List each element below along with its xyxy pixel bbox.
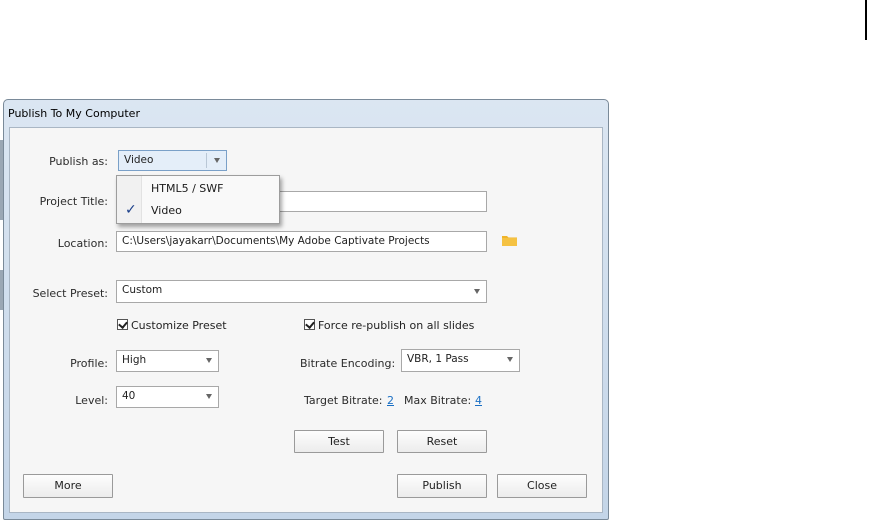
profile-label: Profile: (70, 357, 108, 370)
title-bar[interactable]: Publish To My Computer (4, 100, 608, 126)
checkbox-checked-icon (304, 319, 315, 330)
publish-as-dropdown-list: HTML5 / SWF ✓ Video (116, 175, 280, 224)
test-button[interactable]: Test (294, 430, 384, 453)
chevron-down-icon (206, 358, 212, 363)
preset-value: Custom (122, 284, 163, 296)
force-republish-checkbox[interactable]: Force re-publish on all slides (304, 319, 474, 332)
chevron-down-icon (206, 394, 212, 399)
profile-select[interactable]: High (116, 350, 219, 372)
profile-value: High (122, 354, 147, 366)
reset-button[interactable]: Reset (397, 430, 487, 453)
chevron-down-icon (474, 289, 480, 294)
project-title-label: Project Title: (39, 195, 108, 208)
location-input[interactable]: C:\Users\jayakarr\Documents\My Adobe Cap… (116, 231, 487, 252)
level-label: Level: (75, 394, 108, 407)
more-button[interactable]: More (23, 474, 113, 498)
option-label: HTML5 / SWF (151, 182, 224, 195)
customize-preset-checkbox[interactable]: Customize Preset (117, 319, 227, 332)
checkbox-checked-icon (117, 319, 128, 330)
folder-icon[interactable] (502, 234, 517, 246)
option-html5-swf[interactable]: HTML5 / SWF (119, 179, 277, 199)
publish-button[interactable]: Publish (397, 474, 487, 498)
combo-divider (206, 153, 207, 168)
bitrate-encoding-value: VBR, 1 Pass (407, 353, 469, 365)
close-button[interactable]: Close (497, 474, 587, 498)
location-label: Location: (57, 237, 108, 250)
publish-as-select[interactable]: Video (118, 150, 227, 171)
target-bitrate-label: Target Bitrate: (304, 394, 383, 407)
edge-divider (865, 0, 867, 40)
level-select[interactable]: 40 (116, 386, 219, 408)
option-video[interactable]: ✓ Video (119, 201, 277, 221)
dialog-title: Publish To My Computer (8, 107, 140, 120)
checkmark-icon: ✓ (125, 202, 137, 218)
bitrate-encoding-select[interactable]: VBR, 1 Pass (401, 349, 520, 372)
force-republish-label: Force re-publish on all slides (318, 319, 475, 332)
preset-select[interactable]: Custom (116, 280, 487, 303)
customize-preset-label: Customize Preset (131, 319, 227, 332)
chevron-down-icon (214, 158, 220, 163)
max-bitrate-link[interactable]: 4 (475, 394, 482, 407)
publish-as-value: Video (124, 154, 154, 166)
select-preset-label: Select Preset: (32, 287, 108, 300)
publish-as-label: Publish as: (49, 155, 108, 168)
option-label: Video (151, 204, 182, 217)
chevron-down-icon (507, 357, 513, 362)
target-bitrate-link[interactable]: 2 (387, 394, 394, 407)
bitrate-encoding-label: Bitrate Encoding: (300, 357, 396, 370)
max-bitrate-label: Max Bitrate: (404, 394, 472, 407)
level-value: 40 (122, 390, 136, 402)
